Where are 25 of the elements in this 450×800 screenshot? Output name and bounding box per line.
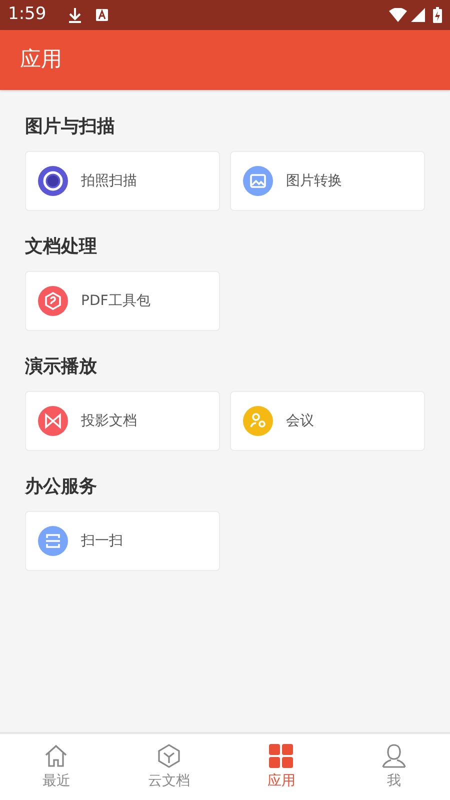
home-icon <box>43 742 70 768</box>
section-title: 办公服务 <box>25 476 98 498</box>
section-title: 演示播放 <box>25 356 98 378</box>
section-title: 文档处理 <box>25 236 98 258</box>
battery-icon <box>433 7 442 23</box>
person-icon <box>380 742 407 768</box>
section-title: 图片与扫描 <box>25 116 116 138</box>
nav-tab[interactable]: 我 <box>338 734 450 800</box>
download-icon <box>68 7 82 23</box>
nav-tab[interactable]: 云文档 <box>112 734 225 800</box>
header-title: 应用 <box>20 46 62 74</box>
app-tile[interactable]: PDF工具包 <box>25 271 220 331</box>
app-tile[interactable]: 图片转换 <box>230 151 425 211</box>
wifi-icon <box>389 8 407 22</box>
status-time: 1:59 <box>8 3 46 26</box>
nav-tab[interactable]: 最近 <box>0 734 112 800</box>
app-tile[interactable]: 拍照扫描 <box>25 151 220 211</box>
app-tile[interactable]: 扫一扫 <box>25 511 220 571</box>
signal-icon <box>411 8 425 22</box>
app-tile[interactable]: 会议 <box>230 391 425 451</box>
notification-icon <box>96 9 108 21</box>
nav-tab[interactable]: 应用 <box>225 734 338 800</box>
grid-icon <box>268 742 294 768</box>
app-tile[interactable]: 投影文档 <box>25 391 220 451</box>
cube-icon <box>156 742 182 768</box>
